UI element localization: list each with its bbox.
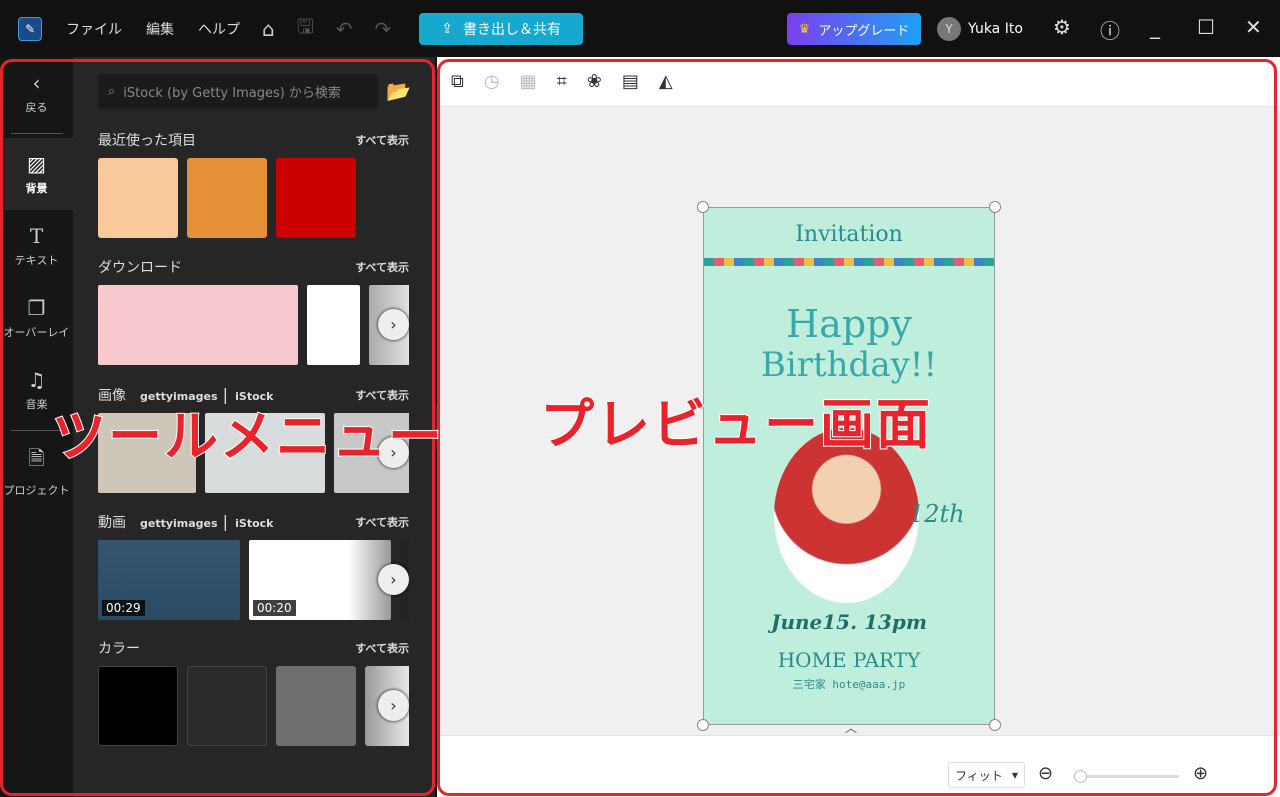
replace-icon[interactable]: ⧉ — [451, 71, 464, 92]
user-account[interactable]: Y Yuka Ito — [937, 17, 1023, 41]
recent-color-swatch[interactable] — [276, 158, 356, 238]
invitation-card[interactable]: Invitation Happy Birthday!! 12th June15.… — [703, 207, 995, 725]
crown-icon: ♛ — [798, 21, 811, 37]
zoom-slider-knob[interactable] — [1074, 770, 1087, 783]
home-icon[interactable]: ⌂ — [262, 17, 275, 41]
rail-item-overlay[interactable]: ❐ オーバーレイ — [0, 282, 73, 354]
recent-color-swatch[interactable] — [98, 158, 178, 238]
color-swatch[interactable] — [276, 666, 356, 746]
show-all-link[interactable]: すべて表示 — [355, 640, 409, 656]
menu-file[interactable]: ファイル — [66, 19, 122, 39]
annotation-label-tool-menu: ツールメニュー — [51, 404, 444, 469]
chevron-right-icon[interactable]: › — [378, 309, 409, 340]
resize-handle[interactable] — [989, 201, 1001, 213]
divider — [10, 133, 63, 134]
resize-handle[interactable] — [697, 201, 709, 213]
preview-toolbar: ⧉ ◷ ▦ ⌗ ❀ ▤ ◭ — [437, 57, 1280, 107]
chevron-right-icon[interactable]: › — [378, 564, 409, 595]
zoom-mode-select[interactable]: フィット ▾ — [948, 762, 1025, 788]
rail-item-background[interactable]: ▨ 背景 — [0, 138, 73, 210]
maximize-icon[interactable]: ☐ — [1197, 15, 1215, 39]
text-icon: T — [29, 224, 44, 248]
zoom-bar: フィット ▾ ⊖ ⊕ — [437, 735, 1280, 797]
section-videos: 動画 gettyimages | iStock すべて表示 00:29 00:20 … — [98, 512, 409, 620]
upgrade-button[interactable]: ♛ アップグレード — [787, 13, 921, 45]
chevron-right-icon[interactable]: › — [378, 690, 409, 721]
color-swatch[interactable] — [187, 666, 267, 746]
project-icon: 🗎 — [28, 446, 45, 470]
upload-icon: ⇪ — [441, 20, 454, 37]
dropdown-arrow-icon: ▾ — [1011, 768, 1018, 782]
resize-handle[interactable] — [697, 719, 709, 731]
background-icon: ▨ — [27, 152, 46, 176]
show-all-link[interactable]: すべて表示 — [355, 132, 409, 148]
download-thumbnail[interactable] — [98, 285, 298, 365]
zoom-out-icon[interactable]: ⊖ — [1038, 763, 1053, 784]
back-button[interactable]: ‹ 戻る — [0, 57, 73, 129]
folder-open-icon[interactable]: 📂 — [386, 79, 411, 103]
recent-color-swatch[interactable] — [187, 158, 267, 238]
color-filter-icon[interactable]: ❀ — [587, 71, 602, 92]
app-logo: ✎ — [18, 16, 42, 41]
color-swatch[interactable] — [98, 666, 178, 746]
chevron-up-icon[interactable]: ︿ — [845, 719, 857, 736]
show-all-link[interactable]: すべて表示 — [355, 514, 409, 530]
close-icon[interactable]: ✕ — [1245, 15, 1262, 39]
flip-icon[interactable]: ◭ — [659, 71, 673, 92]
overlay-icon: ❐ — [27, 296, 46, 320]
undo-icon[interactable]: ↶ — [336, 17, 353, 41]
annotation-label-preview: プレビュー画面 — [539, 392, 932, 457]
resize-handle[interactable] — [989, 719, 1001, 731]
export-share-button[interactable]: ⇪ 書き出し＆共有 — [419, 12, 584, 45]
help-icon[interactable]: ⓘ — [1100, 15, 1120, 44]
istock-logo: iStock — [235, 517, 274, 530]
menu-help[interactable]: ヘルプ — [198, 19, 240, 39]
rail-item-text[interactable]: T テキスト — [0, 210, 73, 282]
title-bar: ✎ ファイル 編集 ヘルプ ⌂ 🖫 ↶ ↷ ⇪ 書き出し＆共有 — [0, 0, 1280, 57]
show-all-link[interactable]: すべて表示 — [355, 259, 409, 275]
section-color: カラー すべて表示 › — [98, 638, 409, 746]
music-icon: ♫ — [27, 368, 46, 392]
search-input[interactable]: ⌕ iStock (by Getty Images) から検索 — [98, 74, 378, 109]
crop-icon[interactable]: ⌗ — [557, 71, 567, 92]
download-thumbnail[interactable] — [307, 285, 360, 365]
redo-icon[interactable]: ↷ — [375, 17, 392, 41]
mosaic-icon[interactable]: ▦ — [520, 71, 537, 92]
adjust-icon[interactable]: ▤ — [622, 71, 639, 92]
save-icon[interactable]: 🖫 — [297, 12, 314, 46]
avatar: Y — [937, 17, 961, 41]
search-icon: ⌕ — [108, 84, 116, 99]
video-thumbnail[interactable]: 00:20 — [249, 540, 391, 620]
chevron-left-icon: ‹ — [32, 71, 41, 95]
video-thumbnail[interactable]: 00:29 — [98, 540, 240, 620]
duration-icon[interactable]: ◷ — [484, 71, 500, 92]
section-download: ダウンロード すべて表示 › — [98, 257, 409, 365]
zoom-in-icon[interactable]: ⊕ — [1193, 763, 1208, 784]
gear-icon[interactable]: ⚙ — [1053, 15, 1071, 39]
menu-edit[interactable]: 編集 — [146, 19, 174, 39]
zoom-slider[interactable] — [1074, 770, 1179, 783]
minimize-icon[interactable]: _ — [1150, 15, 1160, 39]
gettyimages-logo: gettyimages — [140, 517, 218, 530]
bunting-decoration — [704, 258, 994, 266]
section-recent: 最近使った項目 すべて表示 — [98, 130, 409, 238]
